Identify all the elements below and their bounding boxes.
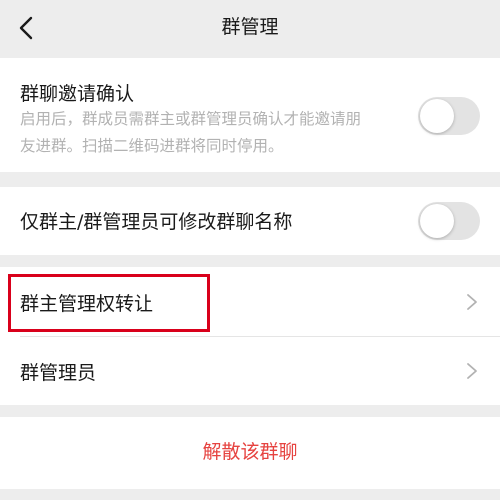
invite-confirm-label: 群聊邀请确认 bbox=[20, 83, 135, 105]
transfer-ownership-item[interactable]: 群主管理权转让 bbox=[0, 267, 500, 336]
invite-confirm-desc-line1: 启用后，群成员需群主或群管理员确认才能邀请朋 bbox=[20, 110, 362, 128]
back-button[interactable] bbox=[8, 10, 44, 46]
rename-restrict-toggle[interactable] bbox=[418, 202, 480, 240]
transfer-ownership-label: 群主管理权转让 bbox=[20, 293, 154, 315]
invite-confirm-desc-line2: 友进群。扫描二维码进群将同时停用。 bbox=[20, 137, 284, 155]
dissolve-group-button[interactable]: 解散该群聊 bbox=[0, 417, 500, 489]
chevron-right-icon bbox=[467, 363, 477, 379]
invite-confirm-description: 启用后，群成员需群主或群管理员确认才能邀请朋 友进群。扫描二维码进群将同时停用。 bbox=[20, 106, 420, 160]
chevron-right-icon bbox=[467, 294, 477, 310]
toggle-knob bbox=[420, 99, 454, 133]
admin-menu-card: 群主管理权转让 群管理员 bbox=[0, 267, 500, 405]
group-admins-item[interactable]: 群管理员 bbox=[0, 337, 500, 405]
invite-confirm-card: 群聊邀请确认 启用后，群成员需群主或群管理员确认才能邀请朋 友进群。扫描二维码进… bbox=[0, 58, 500, 172]
page-title: 群管理 bbox=[221, 16, 279, 38]
invite-confirm-toggle[interactable] bbox=[418, 97, 480, 135]
chevron-left-icon bbox=[19, 16, 33, 40]
rename-restrict-card: 仅群主/群管理员可修改群聊名称 bbox=[0, 187, 500, 255]
nav-bar: 群管理 bbox=[0, 0, 500, 56]
dissolve-card: 解散该群聊 bbox=[0, 417, 500, 489]
toggle-knob bbox=[420, 204, 454, 238]
rename-restrict-label: 仅群主/群管理员可修改群聊名称 bbox=[20, 211, 293, 233]
group-admins-label: 群管理员 bbox=[20, 362, 97, 384]
